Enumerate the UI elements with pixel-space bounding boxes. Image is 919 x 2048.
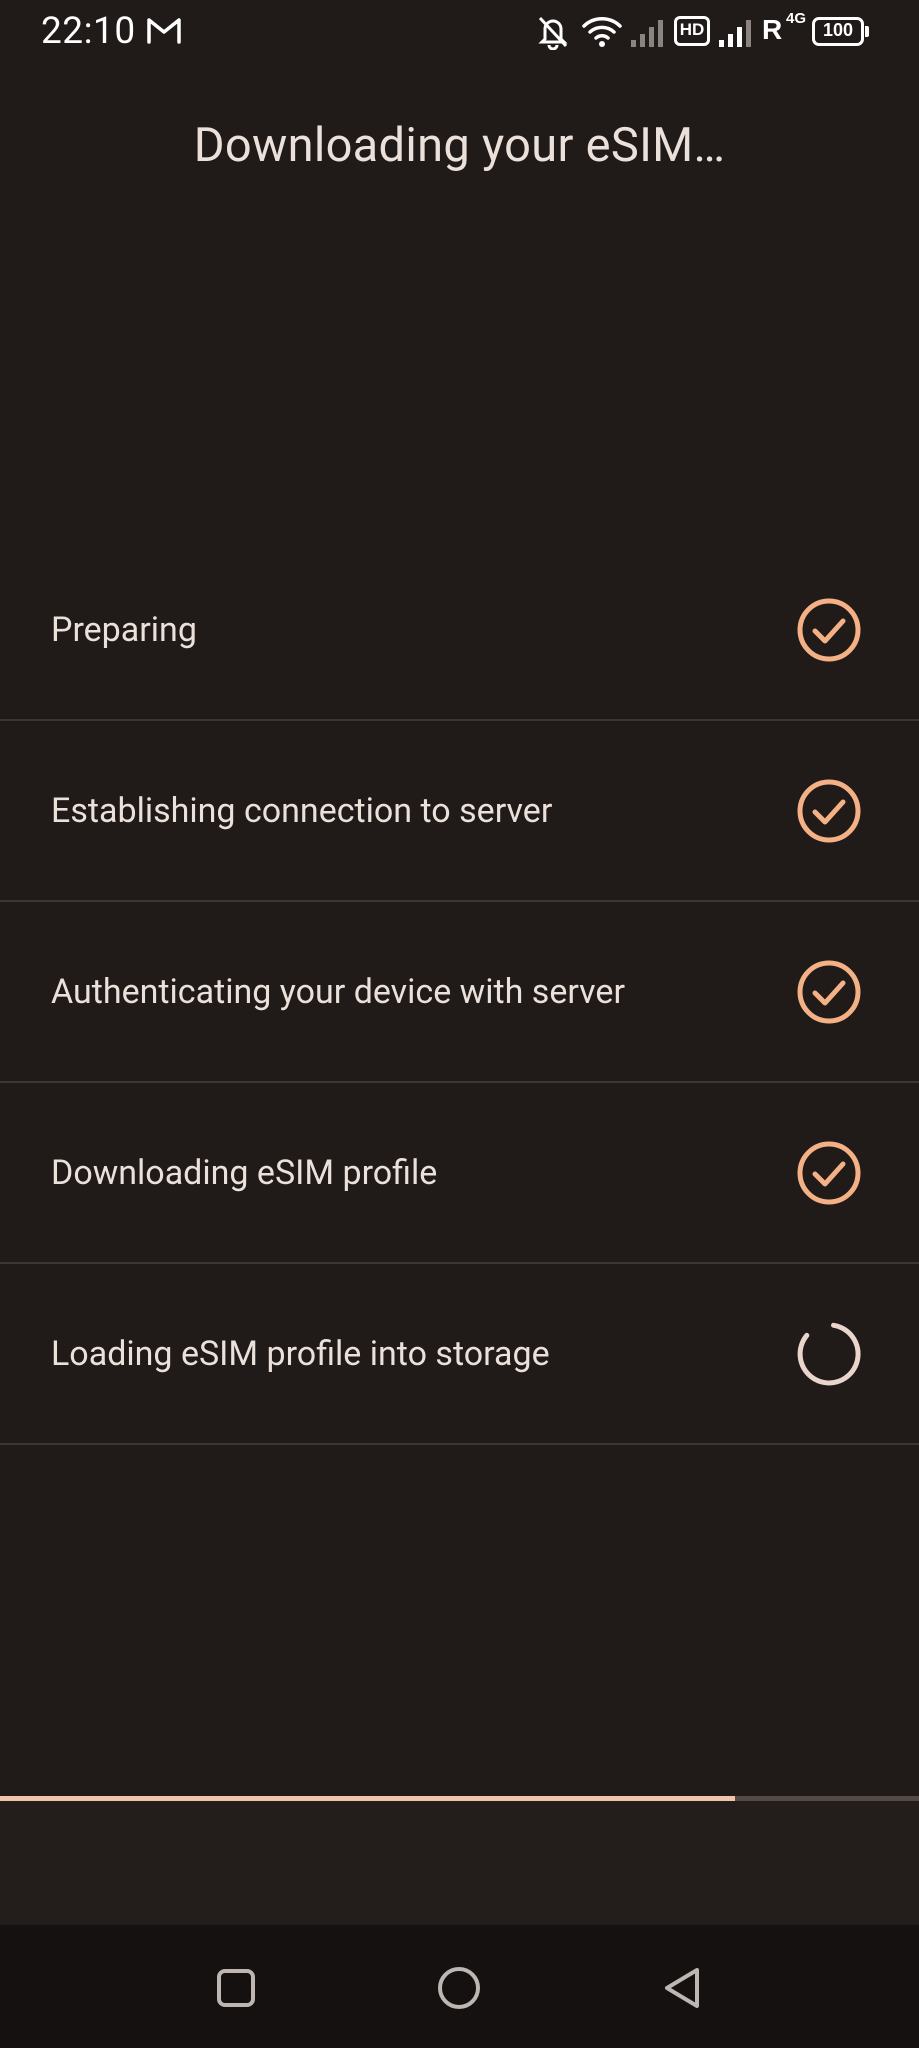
step-authenticating: Authenticating your device with server xyxy=(0,902,919,1083)
square-icon xyxy=(217,1969,255,2007)
check-circle-icon xyxy=(796,1140,862,1206)
step-label: Loading eSIM profile into storage xyxy=(51,1333,550,1374)
home-button[interactable] xyxy=(433,1962,485,2014)
footer-area xyxy=(0,1801,919,1925)
step-establishing-connection: Establishing connection to server xyxy=(0,721,919,902)
triangle-back-icon xyxy=(665,1968,699,2008)
spinner-icon xyxy=(796,1321,862,1387)
download-steps-list: Preparing Establishing connection to ser… xyxy=(0,540,919,1445)
wifi-icon xyxy=(582,17,622,47)
notifications-off-icon xyxy=(538,16,568,50)
step-label: Establishing connection to server xyxy=(51,790,553,831)
circle-icon xyxy=(438,1967,480,2009)
network-type-label: 4G xyxy=(786,10,807,27)
status-bar: 22:10 HD R 4G 100 xyxy=(0,0,919,64)
step-label: Authenticating your device with server xyxy=(51,971,625,1012)
check-circle-icon xyxy=(796,778,862,844)
step-label: Preparing xyxy=(51,609,197,650)
status-time: 22:10 xyxy=(41,10,136,53)
battery-icon: 100 xyxy=(812,17,864,46)
gmail-icon xyxy=(147,18,181,44)
signal-sim1-icon xyxy=(631,20,663,47)
check-circle-icon xyxy=(796,959,862,1025)
roaming-indicator: R xyxy=(762,14,783,45)
signal-sim2-icon xyxy=(719,20,751,47)
page-title: Downloading your eSIM… xyxy=(193,118,726,173)
back-button[interactable] xyxy=(657,1962,709,2014)
battery-tip xyxy=(865,26,869,37)
battery-level: 100 xyxy=(822,20,854,40)
hd-badge: HD xyxy=(674,16,710,46)
check-circle-icon xyxy=(796,597,862,663)
step-label: Downloading eSIM profile xyxy=(51,1152,438,1193)
step-downloading-profile: Downloading eSIM profile xyxy=(0,1083,919,1264)
step-loading-into-storage: Loading eSIM profile into storage xyxy=(0,1264,919,1445)
recents-button[interactable] xyxy=(210,1962,262,2014)
step-preparing: Preparing xyxy=(0,540,919,721)
